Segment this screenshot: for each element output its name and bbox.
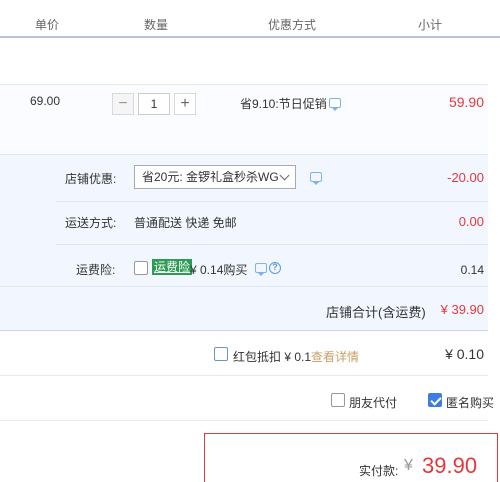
friend-pay-checkbox[interactable] xyxy=(331,393,345,407)
insurance-tag[interactable]: 运费险 xyxy=(152,259,193,275)
redpacket-value: ¥ 0.10 xyxy=(445,346,484,362)
divider xyxy=(0,375,488,376)
item-subtotal: 59.90 xyxy=(448,94,484,110)
quantity-input[interactable]: 1 xyxy=(138,93,170,115)
redpacket-label: 红包抵扣 ¥ 0.1 xyxy=(233,350,312,364)
divider xyxy=(56,201,488,202)
header-price: 单价 xyxy=(35,18,60,32)
header-subtotal: 小计 xyxy=(418,18,443,32)
header-promotion: 优惠方式 xyxy=(268,18,317,32)
chevron-down-icon xyxy=(279,170,290,181)
quantity-decrease-button[interactable]: − xyxy=(112,93,134,115)
shop-total-label: 店铺合计(含运费) xyxy=(326,305,426,320)
insurance-label: 运费险: xyxy=(76,263,116,277)
quantity-increase-button[interactable]: + xyxy=(174,93,196,115)
insurance-price: ¥ 0.14购买 xyxy=(190,263,248,277)
redpacket-checkbox[interactable] xyxy=(214,347,228,361)
header-divider xyxy=(0,36,500,38)
shop-coupon-select[interactable]: 省20元: 金锣礼盒秒杀WG xyxy=(134,165,296,189)
shop-total-value: ¥ 39.90 xyxy=(440,302,484,317)
payment-label: 实付款: xyxy=(359,464,399,478)
divider xyxy=(0,286,488,287)
chat-icon[interactable] xyxy=(329,98,341,111)
shipping-method: 普通配送 快递 免邮 xyxy=(134,216,237,230)
shop-coupon-amount: -20.00 xyxy=(447,170,484,185)
shipping-label: 运送方式: xyxy=(65,216,117,230)
chat-icon[interactable] xyxy=(255,263,267,276)
table-header: 单价 数量 优惠方式 小计 xyxy=(0,0,500,37)
insurance-amount: 0.14 xyxy=(460,263,484,277)
payment-amount: 39.90 xyxy=(422,453,478,478)
divider xyxy=(56,244,488,245)
shop-coupon-selected: 省20元: 金锣礼盒秒杀WG xyxy=(142,170,279,184)
divider xyxy=(0,420,488,421)
item-promotion: 省9.10:节日促销 xyxy=(240,97,327,111)
item-unit-price: 69.00 xyxy=(30,94,61,108)
payment-currency: ¥ xyxy=(404,457,413,474)
shipping-fee: 0.00 xyxy=(458,214,484,229)
help-icon[interactable]: ? xyxy=(269,262,281,274)
anonymous-label: 匿名购买 xyxy=(446,396,495,410)
friend-pay-label: 朋友代付 xyxy=(349,396,398,410)
redpacket-details-link[interactable]: 查看详情 xyxy=(311,348,359,365)
chat-icon[interactable] xyxy=(310,172,322,185)
shop-coupon-label: 店铺优惠: xyxy=(65,172,117,186)
insurance-checkbox[interactable] xyxy=(134,261,148,275)
anonymous-checkbox[interactable] xyxy=(428,393,442,407)
header-quantity: 数量 xyxy=(144,18,169,32)
